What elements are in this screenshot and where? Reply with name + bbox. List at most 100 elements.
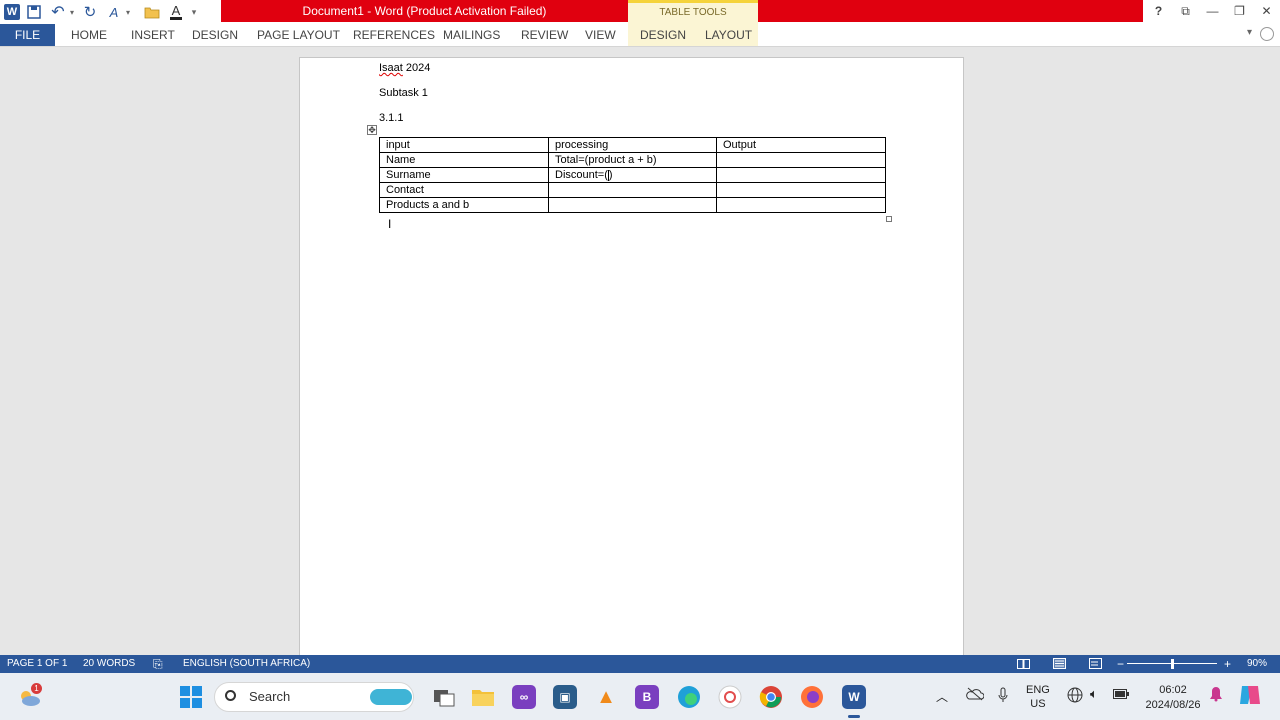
save-icon[interactable] <box>24 2 44 22</box>
table-cell[interactable] <box>716 152 886 168</box>
misspelled-word[interactable]: Isaat <box>379 62 403 74</box>
tab-view[interactable]: VIEW <box>585 24 616 46</box>
table-move-handle-icon[interactable]: ✥ <box>367 125 377 135</box>
ribbon-collapse-icon[interactable]: ▾ <box>1247 27 1252 38</box>
tab-home[interactable]: HOME <box>71 24 107 46</box>
app-icon[interactable]: ▣ <box>553 685 577 709</box>
zoom-out-button[interactable]: − <box>1117 655 1124 673</box>
chrome-icon[interactable] <box>759 685 783 709</box>
vs-blend-icon[interactable]: B <box>635 685 659 709</box>
table-cell[interactable] <box>548 182 717 198</box>
ribbon-display-options-button[interactable]: ⧉ <box>1172 0 1199 22</box>
table-cell[interactable] <box>548 197 717 213</box>
table-cell-active[interactable]: Discount=() <box>548 167 717 183</box>
user-account-icon[interactable] <box>1260 27 1274 41</box>
table-cell[interactable]: Total=(product a + b) <box>548 152 717 168</box>
tab-page-layout[interactable]: PAGE LAYOUT <box>257 24 340 46</box>
zoom-slider[interactable] <box>1127 659 1217 669</box>
tab-table-layout[interactable]: LAYOUT <box>705 24 752 46</box>
input-language[interactable]: ENG US <box>1026 683 1050 711</box>
page-count[interactable]: PAGE 1 OF 1 <box>7 655 67 673</box>
document-page[interactable]: Isaat 2024 Subtask 1 3.1.1 ✥ input proce… <box>299 57 964 677</box>
clock-date: 2024/08/26 <box>1145 699 1201 711</box>
clock[interactable]: 06:02 2024/08/26 <box>1141 683 1205 713</box>
customize-qat-icon[interactable]: ▾ <box>190 2 198 22</box>
word-active-indicator <box>848 715 860 718</box>
network-icon[interactable] <box>1067 687 1083 706</box>
onedrive-offline-icon[interactable] <box>966 687 985 704</box>
format-painter-icon[interactable]: A <box>104 2 124 22</box>
tab-review[interactable]: REVIEW <box>521 24 568 46</box>
table-header-row: input processing Output <box>379 137 886 153</box>
minimize-button[interactable]: — <box>1199 0 1226 22</box>
word-logo-icon[interactable]: W <box>4 4 20 20</box>
table-cell[interactable] <box>716 197 886 213</box>
tab-mailings[interactable]: MAILINGS <box>443 24 500 46</box>
print-layout-icon[interactable] <box>1053 655 1066 673</box>
start-button-icon[interactable] <box>179 685 203 709</box>
battery-icon[interactable] <box>1113 689 1129 702</box>
table-cell[interactable]: Contact <box>379 182 549 198</box>
table-tools-label: TABLE TOOLS <box>628 0 758 24</box>
language-indicator[interactable]: ENGLISH (SOUTH AFRICA) <box>183 655 310 673</box>
firefox-icon[interactable] <box>800 685 824 709</box>
vlc-icon[interactable]: ▲ <box>594 685 618 709</box>
table-cell[interactable]: Name <box>379 152 549 168</box>
restore-button[interactable]: ❐ <box>1226 0 1253 22</box>
ribbon-tab-bar: FILE HOME INSERT DESIGN PAGE LAYOUT REFE… <box>0 24 1280 47</box>
visual-studio-icon[interactable]: ∞ <box>512 685 536 709</box>
table-row: Contact <box>379 182 886 198</box>
microphone-icon[interactable] <box>998 687 1008 706</box>
copilot-icon[interactable] <box>1238 684 1262 709</box>
undo-icon[interactable]: ↶ <box>48 2 68 22</box>
read-mode-icon[interactable] <box>1017 655 1030 673</box>
clock-time: 06:02 <box>1159 684 1187 696</box>
tab-design[interactable]: DESIGN <box>192 24 238 46</box>
table-header-cell[interactable]: input <box>379 137 549 153</box>
undo-dropdown-icon[interactable]: ▾ <box>68 2 76 22</box>
table-cell[interactable]: Products a and b <box>379 197 549 213</box>
table-header-cell[interactable]: processing <box>548 137 717 153</box>
app-circle-icon[interactable] <box>718 685 742 709</box>
notification-bell-icon[interactable] <box>1209 686 1223 705</box>
quick-access-toolbar: W ↶ ▾ ↻ A ▾ A ▾ <box>0 0 198 24</box>
tab-file[interactable]: FILE <box>0 24 55 46</box>
edge-browser-icon[interactable] <box>677 685 701 709</box>
table-cell[interactable] <box>716 182 886 198</box>
show-hidden-icons-icon[interactable]: ︿ <box>936 688 948 705</box>
doc-line-title[interactable]: Isaat 2024 <box>379 62 430 74</box>
web-layout-icon[interactable] <box>1089 655 1102 673</box>
document-table[interactable]: input processing Output Name Total=(prod… <box>379 137 886 213</box>
open-folder-icon[interactable] <box>142 2 162 22</box>
year-text: 2024 <box>402 62 431 74</box>
doc-line-section[interactable]: 3.1.1 <box>379 112 403 124</box>
table-resize-handle[interactable] <box>886 216 892 222</box>
proofing-icon[interactable]: ⎘ <box>153 655 163 673</box>
tab-references[interactable]: REFERENCES <box>353 24 435 46</box>
title-bar: W ↶ ▾ ↻ A ▾ A ▾ Document1 - Word (Produc… <box>0 0 1280 24</box>
help-button[interactable]: ? <box>1145 0 1172 22</box>
close-button[interactable]: ✕ <box>1253 0 1280 22</box>
table-cell[interactable] <box>716 167 886 183</box>
format-dropdown-icon[interactable]: ▾ <box>124 2 132 22</box>
tab-table-design[interactable]: DESIGN <box>640 24 686 46</box>
window-title: Document1 - Word (Product Activation Fai… <box>302 4 547 18</box>
table-cell[interactable]: Surname <box>379 167 549 183</box>
redo-icon[interactable]: ↻ <box>80 2 100 22</box>
zoom-slider-thumb[interactable] <box>1171 659 1174 669</box>
word-taskbar-icon[interactable]: W <box>842 685 866 709</box>
task-view-icon[interactable] <box>432 685 456 709</box>
zoom-in-button[interactable]: + <box>1224 655 1231 673</box>
doc-line-subtask[interactable]: Subtask 1 <box>379 87 428 99</box>
search-label: Search <box>249 689 291 704</box>
document-canvas[interactable]: Isaat 2024 Subtask 1 3.1.1 ✥ input proce… <box>0 47 1280 677</box>
word-count[interactable]: 20 WORDS <box>83 655 135 673</box>
tab-insert[interactable]: INSERT <box>131 24 175 46</box>
taskbar-search-box[interactable]: Search <box>214 682 414 712</box>
volume-icon[interactable]: 🔈︎ <box>1090 686 1098 702</box>
font-color-letter: A <box>171 2 181 18</box>
zoom-level[interactable]: 90% <box>1247 655 1267 673</box>
font-color-icon[interactable]: A <box>166 2 186 22</box>
file-explorer-icon[interactable] <box>471 685 495 709</box>
table-header-cell[interactable]: Output <box>716 137 886 153</box>
